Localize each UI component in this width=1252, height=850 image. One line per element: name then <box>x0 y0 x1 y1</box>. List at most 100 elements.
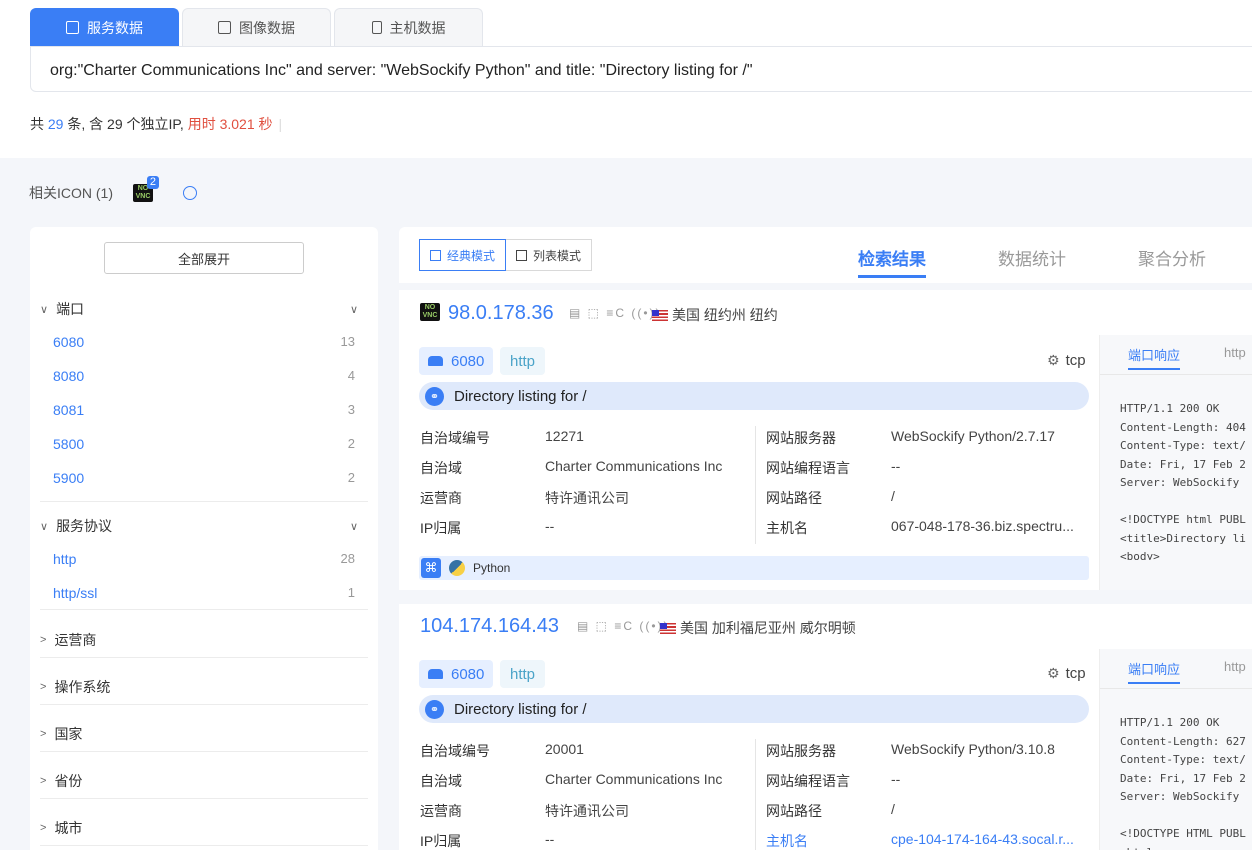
filter-group-isp[interactable]: > 运营商 <box>40 630 368 650</box>
router-icon <box>428 356 443 366</box>
chevron-down-icon: ∨ <box>349 520 358 533</box>
ip-owner-value: -- <box>545 831 555 847</box>
result-count: 29 <box>47 116 64 132</box>
tab-port-response[interactable]: 端口响应 <box>1128 345 1181 370</box>
tab-statistics[interactable]: 数据统计 <box>998 245 1066 270</box>
search-header: 服务数据 图像数据 主机数据 org:"Charter Communicatio… <box>0 0 1252 158</box>
results-panel: 经典模式 列表模式 检索结果 数据统计 聚合分析 NO VNC 98.0.178.… <box>399 227 1252 850</box>
host-value: 067-048-178-36.biz.spectru... <box>891 518 1074 534</box>
server-icon <box>371 21 382 34</box>
tab-aggregation[interactable]: 聚合分析 <box>1138 245 1206 270</box>
tab-http[interactable]: http <box>1224 659 1246 674</box>
filter-item-port[interactable]: 5800 2 <box>53 436 355 452</box>
router-icon <box>428 669 443 679</box>
action-icons[interactable]: ▤ ⬚ ≡C ((•)) <box>577 619 670 633</box>
tab-service-data[interactable]: 服务数据 <box>30 8 179 46</box>
filter-group-title: 运营商 <box>54 632 97 648</box>
result-summary: 共 29 条, 含 29 个独立IP, 用时 3.021 秒 | <box>30 114 282 134</box>
asn-label: 自治域编号 <box>420 743 490 759</box>
filter-group-province[interactable]: > 省份 <box>40 771 368 791</box>
divider <box>40 845 368 846</box>
search-input[interactable]: org:"Charter Communications Inc" and ser… <box>30 46 1252 92</box>
filter-group-city[interactable]: > 城市 <box>40 818 368 838</box>
filter-group-title: 服务协议 <box>56 518 113 534</box>
site-title[interactable]: ⚭ Directory listing for / <box>419 695 1089 723</box>
result-ip-link[interactable]: 98.0.178.36 <box>448 302 554 325</box>
lang-value: -- <box>891 458 901 474</box>
table-icon <box>66 21 79 34</box>
tab-host-data[interactable]: 主机数据 <box>334 8 483 46</box>
filter-group-title: 省份 <box>54 773 83 789</box>
command-icon: ⌘ <box>421 558 441 578</box>
path-label: 网站路径 <box>766 803 822 819</box>
classic-mode-button[interactable]: 经典模式 <box>419 239 507 271</box>
host-label[interactable]: 主机名 <box>766 831 808 850</box>
host-value[interactable]: cpe-104-174-164-43.socal.r... <box>891 831 1074 847</box>
data-type-tabs: 服务数据 图像数据 主机数据 <box>30 8 483 46</box>
favicon-hash-icon[interactable] <box>183 186 197 200</box>
filter-item-port[interactable]: 6080 13 <box>53 334 355 350</box>
protocol-chip[interactable]: http <box>500 347 546 375</box>
tab-search-results[interactable]: 检索结果 <box>858 245 926 278</box>
protocol-chip[interactable]: http <box>500 660 546 688</box>
us-flag-icon <box>652 309 668 321</box>
tech-label[interactable]: Python <box>473 561 510 575</box>
filter-item-port[interactable]: 8080 4 <box>53 368 355 384</box>
protocol-count: 1 <box>347 585 355 600</box>
port-number: 6080 <box>451 352 485 370</box>
server-label: 网站服务器 <box>766 430 836 446</box>
port-value: 6080 <box>53 334 85 350</box>
filter-group-country[interactable]: > 国家 <box>40 724 368 744</box>
filter-group-os[interactable]: > 操作系统 <box>40 677 368 697</box>
filter-item-protocol[interactable]: http/ssl 1 <box>53 585 355 601</box>
link-icon: ⚭ <box>425 699 444 719</box>
filter-item-port[interactable]: 8081 3 <box>53 402 355 418</box>
filter-item-port[interactable]: 5900 2 <box>53 470 355 486</box>
divider <box>755 426 756 544</box>
response-panel: 端口响应 http HTTP/1.1 200 OK Content-Length… <box>1099 335 1252 590</box>
port-value: 8080 <box>53 368 85 384</box>
chevron-right-icon: > <box>40 728 47 740</box>
list-icon <box>516 249 527 261</box>
tab-label: 主机数据 <box>389 19 446 36</box>
novnc-favicon[interactable]: NO VNC 2 <box>133 176 159 202</box>
site-title[interactable]: ⚭ Directory listing for / <box>419 382 1089 410</box>
list-mode-button[interactable]: 列表模式 <box>506 239 593 271</box>
isp-label: 运营商 <box>420 490 462 506</box>
location-text: 美国 加利福尼亚州 威尔明顿 <box>680 620 856 636</box>
port-count: 13 <box>340 334 355 349</box>
divider: | <box>278 116 283 132</box>
port-chip[interactable]: 6080 <box>419 660 494 688</box>
divider <box>755 739 756 850</box>
filter-group-protocol[interactable]: ∨ 服务协议 ∨ <box>40 516 368 536</box>
result-location: 美国 纽约州 纽约 <box>652 305 778 325</box>
tab-image-data[interactable]: 图像数据 <box>182 8 331 46</box>
grid-icon <box>430 249 441 261</box>
result-card: 104.174.164.43 ▤ ⬚ ≡C ((•)) 美国 加利福尼亚州 威尔… <box>399 604 1252 850</box>
protocol-count: 28 <box>340 551 355 566</box>
transport: ⚙ tcp <box>1047 665 1086 682</box>
action-icons[interactable]: ▤ ⬚ ≡C ((•)) <box>569 306 662 320</box>
port-chip[interactable]: 6080 <box>419 347 494 375</box>
tech-stack: ⌘ Python <box>419 556 1089 580</box>
tab-http[interactable]: http <box>1224 345 1246 360</box>
port-value: 5800 <box>53 436 85 452</box>
tab-port-response[interactable]: 端口响应 <box>1128 659 1181 684</box>
result-ip-link[interactable]: 104.174.164.43 <box>420 615 559 638</box>
expand-all-button[interactable]: 全部展开 <box>104 242 304 274</box>
port-value: 5900 <box>53 470 85 486</box>
result-location: 美国 加利福尼亚州 威尔明顿 <box>660 618 856 638</box>
response-panel: 端口响应 http HTTP/1.1 200 OK Content-Length… <box>1099 649 1252 850</box>
filter-item-protocol[interactable]: http 28 <box>53 551 355 567</box>
asn-value: 12271 <box>545 428 584 444</box>
tab-label: 图像数据 <box>239 19 295 36</box>
filter-group-port[interactable]: ∨ 端口 ∨ <box>40 299 368 319</box>
port-value: 8081 <box>53 402 85 418</box>
divider <box>1100 688 1252 689</box>
mode-label: 经典模式 <box>447 248 496 263</box>
transport: ⚙ tcp <box>1047 352 1086 369</box>
filter-group-title: 城市 <box>54 820 83 836</box>
server-value: WebSockify Python/3.10.8 <box>891 741 1055 757</box>
site-title-text: Directory listing for / <box>454 700 587 718</box>
as-label: 自治域 <box>420 460 462 476</box>
